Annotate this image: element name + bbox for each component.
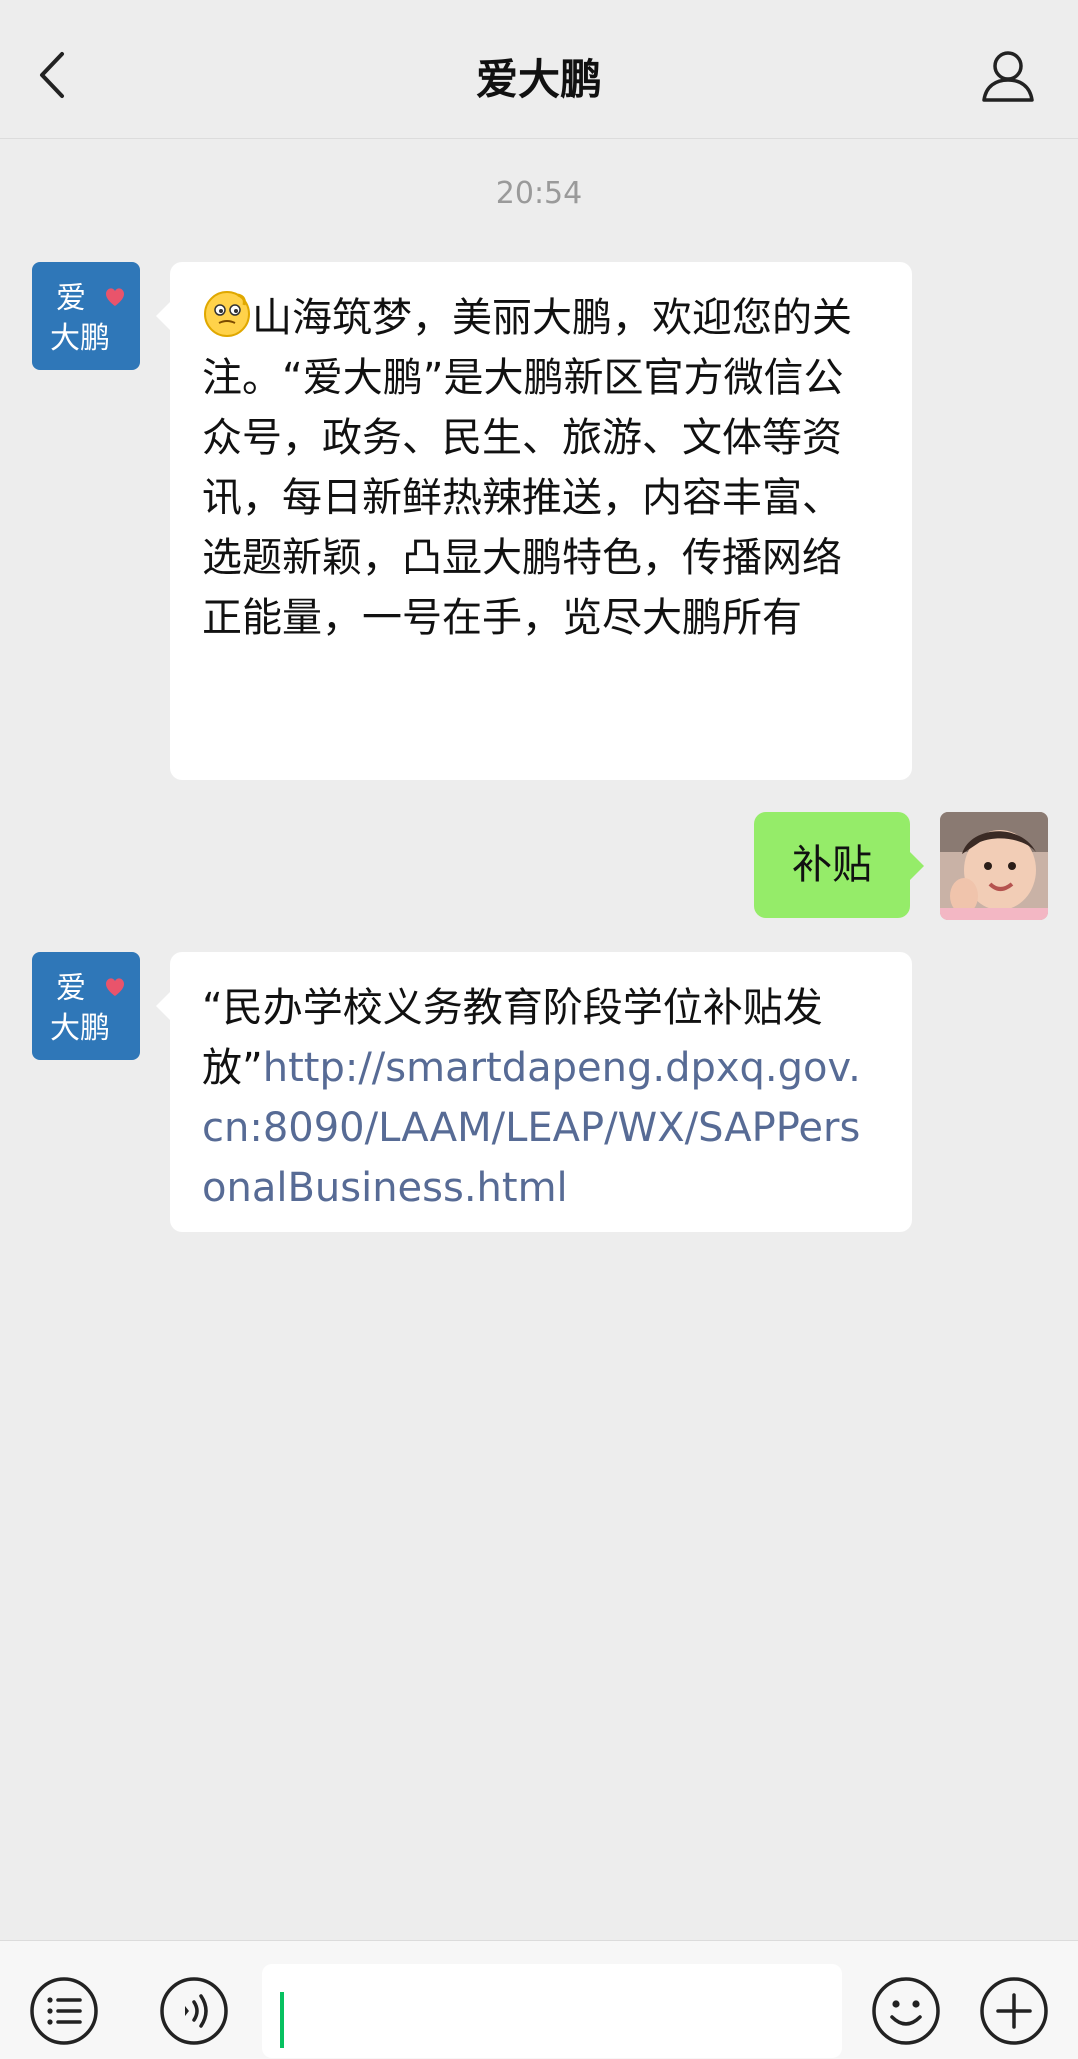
message-link[interactable]: http://smartdapeng.dpxq.gov.cn:8090/LAAM… [202, 1045, 861, 1211]
incoming-message-bubble[interactable]: “民办学校义务教育阶段学位补贴发放”http://smartdapeng.dpx… [156, 952, 912, 1232]
thinking-face-emoji-icon [204, 291, 250, 337]
text-cursor [280, 1992, 284, 2048]
message-timestamp: 20:54 [495, 176, 583, 211]
avatar-logo-top: 爱 [56, 281, 86, 316]
message-input[interactable] [262, 1964, 842, 2058]
plus-icon [980, 1977, 1048, 2045]
list-menu-icon [30, 1977, 98, 2045]
avatar-logo-bottom: 大鹏 [50, 1011, 110, 1046]
heart-icon [106, 978, 124, 996]
message-text: 山海筑梦，美丽大鹏，欢迎您的关注。“爱大鹏”是大鹏新区官方微信公众号，政务、民生… [202, 295, 852, 641]
official-account-avatar[interactable]: 爱 大鹏 [32, 952, 140, 1060]
smiley-icon [872, 1977, 940, 2045]
voice-icon [160, 1977, 228, 2045]
emoji-button[interactable] [870, 1975, 942, 2047]
official-account-avatar[interactable]: 爱 大鹏 [32, 262, 140, 370]
avatar-logo-bottom: 大鹏 [50, 321, 110, 356]
chat-title: 爱大鹏 [475, 55, 602, 104]
person-icon [982, 51, 1034, 102]
official-account-profile-button[interactable] [978, 46, 1038, 106]
user-avatar[interactable] [940, 812, 1048, 920]
top-navigation-bar: 爱大鹏 [0, 0, 1078, 139]
outgoing-message-bubble[interactable]: 补贴 [754, 812, 924, 918]
incoming-message-bubble[interactable]: 山海筑梦，美丽大鹏，欢迎您的关注。“爱大鹏”是大鹏新区官方微信公众号，政务、民生… [156, 262, 912, 780]
avatar-logo-top: 爱 [56, 971, 86, 1006]
more-functions-button[interactable] [978, 1975, 1050, 2047]
heart-icon [106, 288, 124, 306]
message-text: 补贴 [792, 842, 872, 888]
voice-input-button[interactable] [158, 1975, 230, 2047]
menu-toggle-button[interactable] [28, 1975, 100, 2047]
